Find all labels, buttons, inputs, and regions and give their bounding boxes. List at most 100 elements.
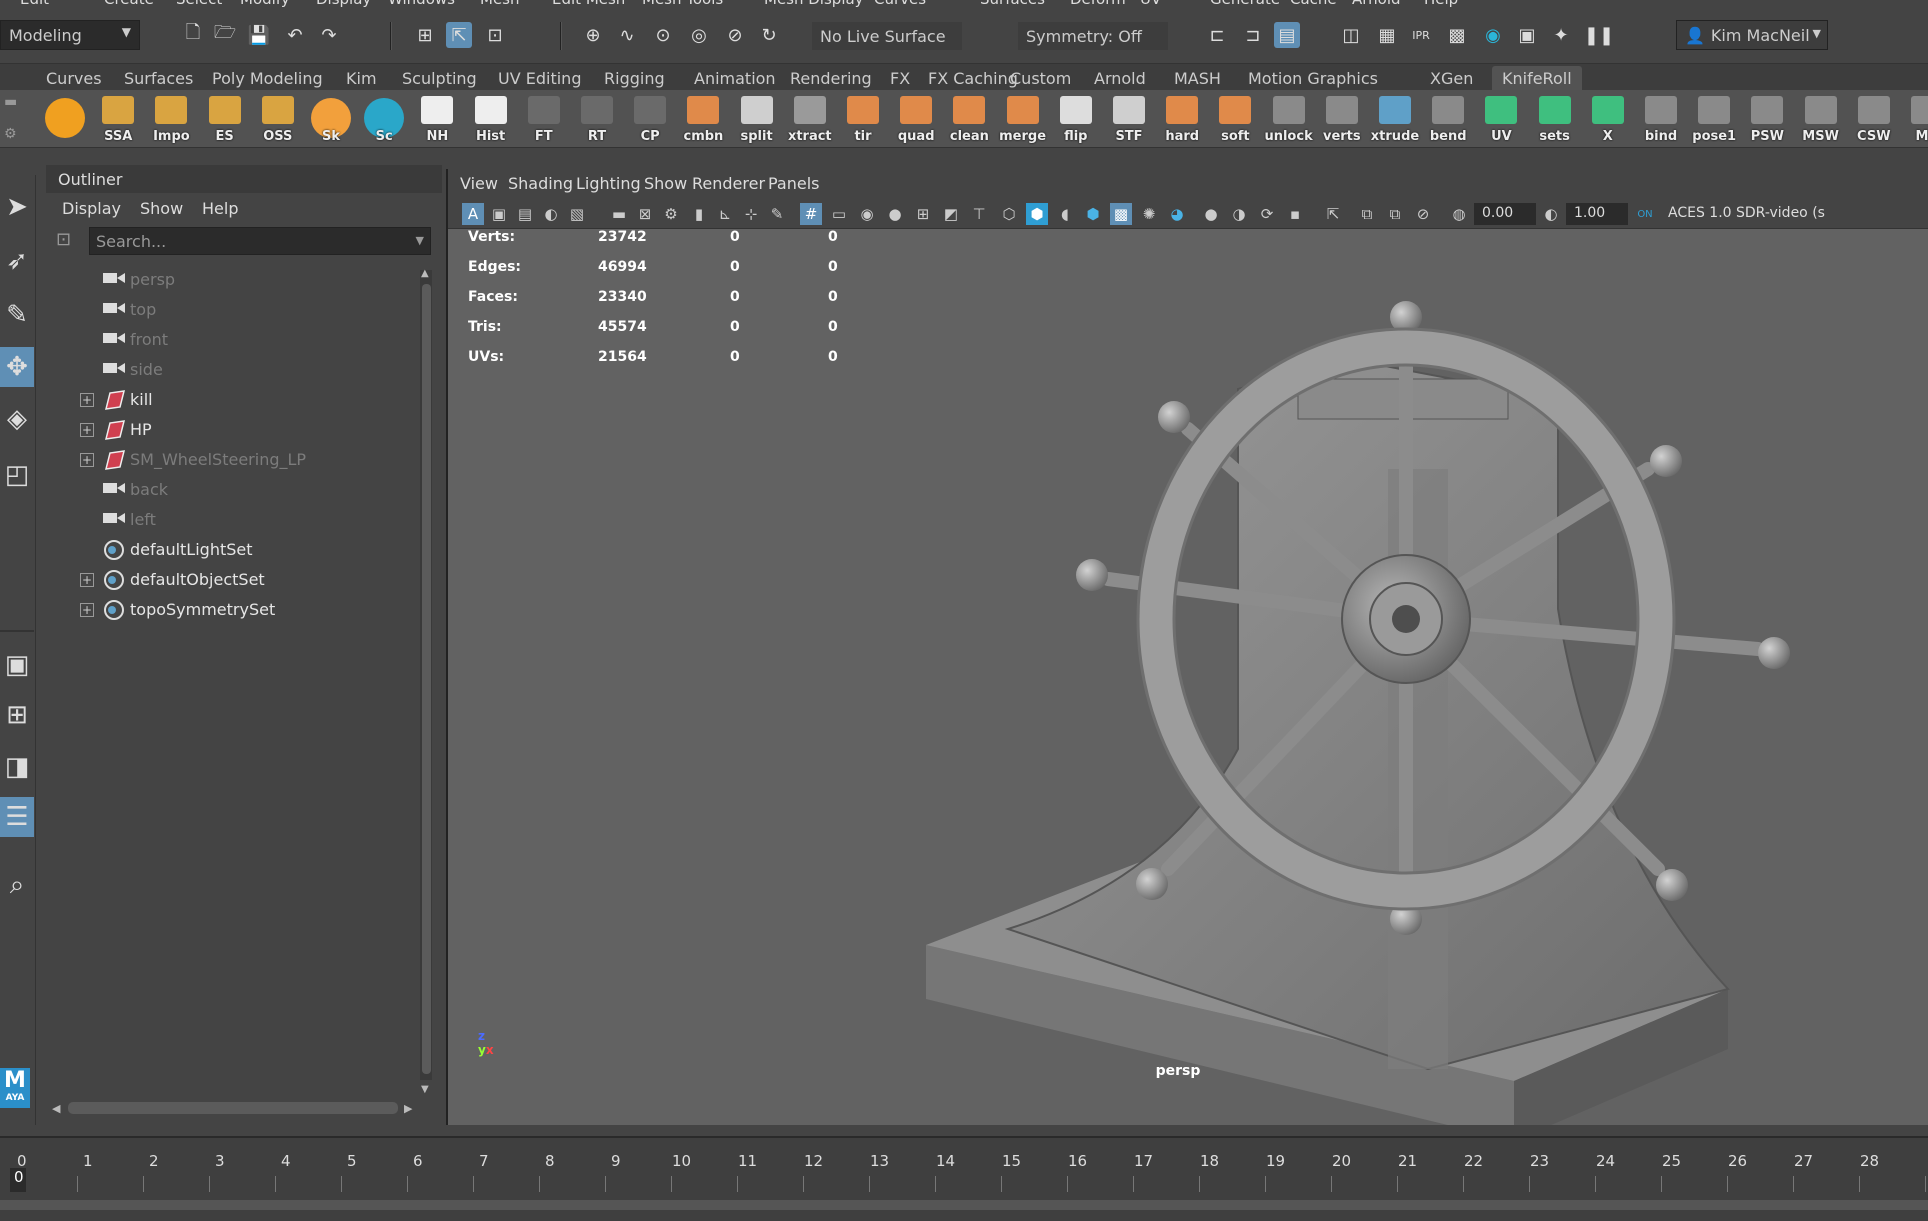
menu-cache[interactable]: Cache — [1290, 0, 1337, 8]
smooth-shade-icon[interactable]: ◉ — [856, 203, 878, 225]
viewport-scene[interactable]: Verts: 23742 0 0 Edges: 46994 0 0 Faces: 23340 0 0 T… — [448, 229, 1928, 1125]
menu-surfaces[interactable]: Surfaces — [980, 0, 1045, 8]
textured-icon[interactable]: ⬢ — [1082, 203, 1104, 225]
outliner-hscroll[interactable] — [68, 1102, 398, 1114]
shelf-button-ft[interactable]: FT — [519, 94, 569, 146]
expand-icon[interactable]: + — [80, 573, 94, 587]
render-view-icon[interactable]: ▤ — [1274, 22, 1300, 48]
menu-help[interactable]: Help — [1424, 0, 1458, 8]
menu-display[interactable]: Display — [316, 0, 371, 8]
symmetry-field[interactable]: Symmetry: Off — [1018, 22, 1168, 50]
outliner-search-input[interactable]: Search... ▼ — [89, 227, 431, 255]
exposure-field[interactable]: 0.00 — [1474, 203, 1536, 225]
shelf-button-xtract[interactable]: xtract — [785, 94, 835, 146]
shelf-button-sets[interactable]: sets — [1530, 94, 1580, 146]
hypershade-icon[interactable]: ◉ — [1480, 22, 1506, 48]
open-scene-icon[interactable]: 🗁 — [212, 22, 238, 48]
safe-title-icon[interactable]: ⊹ — [740, 203, 762, 225]
scale-tool-icon[interactable]: ◰ — [0, 455, 34, 495]
shelf-tab-animation[interactable]: Animation — [684, 66, 786, 90]
shelf-button-tool[interactable] — [40, 94, 90, 146]
ship-wheel-model[interactable] — [448, 229, 1928, 1125]
menu-generate[interactable]: Generate — [1210, 0, 1280, 8]
shelf-button-psw[interactable]: PSW — [1742, 94, 1792, 146]
select-camera-icon[interactable]: A — [462, 203, 484, 225]
outliner-item[interactable]: persp — [46, 265, 426, 295]
xray-icon[interactable]: ⊞ — [912, 203, 934, 225]
shelf-tab-rigging[interactable]: Rigging — [594, 66, 675, 90]
menu-windows[interactable]: Windows — [388, 0, 455, 8]
shelf-button-sk[interactable]: Sk — [306, 94, 356, 146]
layout-single-icon[interactable]: ▣ — [0, 645, 34, 685]
shelf-button-quad[interactable]: quad — [891, 94, 941, 146]
screen-space-ao-icon[interactable]: ◕ — [1166, 203, 1188, 225]
pause-icon[interactable]: ❚❚ — [1584, 22, 1614, 48]
shelf-tab-uv-editing[interactable]: UV Editing — [488, 66, 591, 90]
user-account[interactable]: 👤 Kim MacNeil ▼ — [1676, 20, 1828, 50]
filter-icon[interactable]: ⊡ — [56, 229, 78, 251]
outliner-item[interactable]: + HP — [46, 415, 426, 445]
menu-arnold[interactable]: Arnold — [1352, 0, 1401, 8]
gate-mask-icon[interactable]: ⚙ — [660, 203, 682, 225]
current-frame-marker[interactable]: 0 — [10, 1168, 26, 1192]
default-material-icon[interactable]: ● — [884, 203, 906, 225]
menu-modify[interactable]: Modify — [240, 0, 290, 8]
lighting-icon[interactable]: ◖ — [1054, 203, 1076, 225]
redo-icon[interactable]: ↷ — [316, 22, 342, 48]
outliner-item[interactable]: top — [46, 295, 426, 325]
shelf-tab-curves[interactable]: Curves — [36, 66, 112, 90]
time-slider[interactable]: 0 1 2 3 4 5 6 7 8 9 10 11 12 13 14 15 16 17 18 19 20 21 22 23 24… — [0, 1136, 1928, 1221]
grid-icon[interactable]: # — [800, 203, 822, 225]
gamma-field[interactable]: 1.00 — [1566, 203, 1628, 225]
render-frame-icon[interactable]: ◫ — [1338, 22, 1364, 48]
outliner-item[interactable]: + defaultObjectSet — [46, 565, 426, 595]
shelf-button-rt[interactable]: RT — [572, 94, 622, 146]
input-output-icon[interactable]: ⊐ — [1240, 22, 1266, 48]
viewport-menu-renderer[interactable]: Renderer — [692, 174, 765, 193]
expand-icon[interactable]: + — [80, 393, 94, 407]
depth-of-field-icon[interactable]: ⟳ — [1256, 203, 1278, 225]
snap-surface-icon[interactable]: ⊘ — [722, 22, 748, 48]
shelf-button-sc[interactable]: Sc — [359, 94, 409, 146]
render-sequence-icon[interactable]: ▦ — [1374, 22, 1400, 48]
viewport-menu-shading[interactable]: Shading — [508, 174, 573, 193]
wireframe-icon[interactable]: ▭ — [828, 203, 850, 225]
shelf-button-oss[interactable]: OSS — [253, 94, 303, 146]
isolate-select-icon[interactable]: ⇱ — [1322, 203, 1344, 225]
shelf-button-clean[interactable]: clean — [944, 94, 994, 146]
expand-icon[interactable]: + — [80, 603, 94, 617]
menu-mesh-tools[interactable]: Mesh Tools — [642, 0, 723, 8]
xray-joints-icon[interactable]: ◩ — [940, 203, 962, 225]
expand-icon[interactable]: + — [80, 453, 94, 467]
menu-create[interactable]: Create — [104, 0, 154, 8]
construction-history-icon[interactable]: ⊏ — [1204, 22, 1230, 48]
menu-mesh-display[interactable]: Mesh Display — [764, 0, 864, 8]
menu-uv[interactable]: UV — [1140, 0, 1161, 8]
color-management-icon[interactable]: ON — [1634, 203, 1656, 225]
2d-pan-icon[interactable]: ▧ — [566, 203, 588, 225]
image-plane-icon[interactable]: ◐ — [540, 203, 562, 225]
rotate-tool-icon[interactable]: ◈ — [0, 399, 34, 439]
shelf-tab-mash[interactable]: MASH — [1164, 66, 1231, 90]
shelf-button-uv[interactable]: UV — [1476, 94, 1526, 146]
shelf-tab-poly-modeling[interactable]: Poly Modeling — [202, 66, 333, 90]
shelf-tab-fx[interactable]: FX — [880, 66, 920, 90]
search-icon[interactable]: ⌕ — [0, 865, 34, 905]
shelf-tab-motion-graphics[interactable]: Motion Graphics — [1238, 66, 1388, 90]
mode-selector[interactable]: Modeling ▼ — [0, 20, 140, 50]
shelf-button-tir[interactable]: tir — [838, 94, 888, 146]
shelf-button-csw[interactable]: CSW — [1849, 94, 1899, 146]
shelf-button-stf[interactable]: STF — [1104, 94, 1154, 146]
outliner-item[interactable]: left — [46, 505, 426, 535]
menu-mesh[interactable]: Mesh — [480, 0, 520, 8]
safe-action-icon[interactable]: ⊾ — [714, 203, 736, 225]
shelf-button-unlock[interactable]: unlock — [1264, 94, 1314, 146]
xray-components-icon[interactable]: ⊤ — [968, 203, 990, 225]
select-object-icon[interactable]: ⇱ — [446, 22, 472, 48]
shelf-button-merge[interactable]: merge — [998, 94, 1048, 146]
scroll-left-icon[interactable]: ◀ — [52, 1102, 60, 1115]
shelf-button-impo[interactable]: Impo — [146, 94, 196, 146]
shelf-button-hard[interactable]: hard — [1157, 94, 1207, 146]
ipr-icon[interactable]: IPR — [1408, 22, 1434, 48]
outliner-menu-show[interactable]: Show — [140, 199, 183, 218]
